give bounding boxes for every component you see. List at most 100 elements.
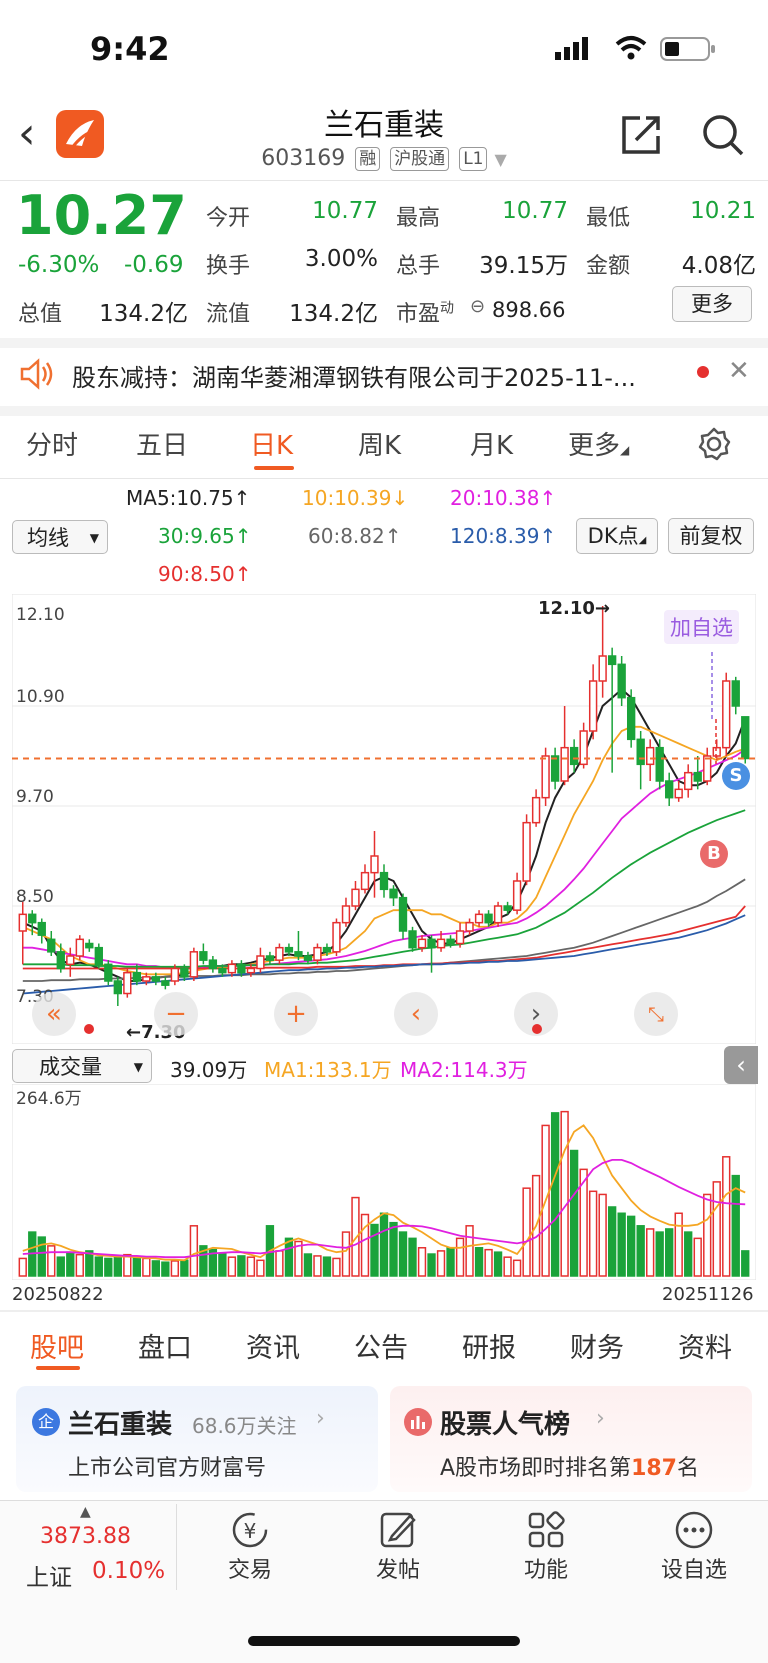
info-icon[interactable]: ⊖ [470,296,485,317]
candle-body [341,905,351,924]
kline-chart[interactable]: 12.1010.909.708.507.30 12.10→ ←7.30 [12,594,756,1044]
tab-announcements[interactable]: 公告 [354,1326,408,1365]
volume-bar [693,1237,702,1277]
tab-profile[interactable]: 资料 [678,1326,732,1365]
nav-trade[interactable]: ¥ 交易 [190,1508,310,1584]
volume-bar [66,1251,75,1277]
ma5-value: MA5:10.75↑ [126,486,251,510]
tab-weekly-k[interactable]: 周K [358,425,401,462]
rank-chart-icon [404,1408,432,1436]
add-watch-tag[interactable]: 加自选 [664,610,739,644]
high-value: 10.77 [502,198,568,224]
volume-bar [588,1190,598,1277]
tab-monthly-k[interactable]: 月K [470,425,513,462]
volume-bar [113,1256,122,1277]
candle-body [408,930,417,949]
volume-bar [189,1225,199,1277]
candle-body [237,963,246,974]
y-tick-label: 12.10 [16,605,65,625]
share-icon[interactable] [618,112,664,158]
tab-finance[interactable]: 财务 [570,1326,624,1365]
volume-indicator-selector[interactable]: 成交量 ▼ [12,1049,152,1083]
settings-gear-icon[interactable] [696,426,732,462]
chevron-up-icon[interactable]: ▲ [80,1504,91,1520]
volume-bar [674,1212,683,1277]
candle-body [28,913,37,924]
turnover-label: 换手 [206,254,251,279]
tab-intraday[interactable]: 分时 [26,425,78,462]
chevron-down-icon: ▼ [494,150,507,169]
volume-bar [712,1181,721,1277]
float-cap-label: 流值 [206,302,251,327]
search-icon[interactable] [700,112,746,158]
buy-signal-marker[interactable]: B [700,840,728,868]
volume-bar [465,1225,474,1277]
volume-bar [684,1231,693,1277]
pe-value: 898.66 [492,298,566,322]
dk-point-button[interactable]: DK点◢ [576,518,658,554]
low-label: 最低 [586,206,631,231]
tab-order-book[interactable]: 盘口 [138,1326,192,1365]
indicator-selector[interactable]: 均线 ▼ [12,520,108,554]
tab-daily-k[interactable]: 日K [250,425,293,462]
volume-bar [370,1223,379,1277]
volume-bar [313,1255,322,1277]
index-change[interactable]: 0.10% [92,1558,165,1584]
volume-bar [741,1250,750,1277]
volume-bar [722,1156,731,1277]
collapse-panel-icon[interactable]: ‹ [724,1046,758,1084]
candle-body [655,746,664,782]
tab-forum[interactable]: 股吧 [30,1326,84,1365]
candle-body [455,930,465,945]
step-left-icon[interactable]: ‹ [394,992,438,1036]
candle-body [227,963,237,974]
candle-body [484,913,493,924]
open-label: 今开 [206,206,251,231]
candle-body [370,855,379,874]
popularity-rank-card[interactable]: 股票人气榜 › A股市场即时排名第187名 [390,1386,752,1492]
nav-post[interactable]: 发帖 [338,1508,458,1584]
y-tick-label: 9.70 [16,787,54,807]
candle-body [741,716,750,760]
amount-value: 4.08亿 [681,253,756,279]
more-quote-button[interactable]: 更多 [672,286,752,322]
zoom-in-icon[interactable]: + [274,992,318,1036]
tab-more[interactable]: 更多◢ [568,425,629,462]
volume-hands-label: 总手 [396,254,441,279]
zoom-out-icon[interactable]: − [154,992,198,1036]
rewind-fast-icon[interactable]: « [32,992,76,1036]
close-icon[interactable]: ✕ [728,356,750,386]
notice-text[interactable]: 股东减持：湖南华菱湘潭钢铁有限公司于2025-11-... [72,358,682,393]
card-title: 股票人气榜 [440,1410,571,1440]
index-name[interactable]: 上证 [26,1558,72,1592]
tab-news[interactable]: 资讯 [246,1326,300,1365]
nav-add-watch[interactable]: 设自选 [634,1508,754,1584]
volume-chart[interactable]: 264.6万 [12,1084,756,1280]
company-account-card[interactable]: 企 兰石重装 68.6万关注 › 上市公司官方财富号 [16,1386,378,1492]
index-value[interactable]: 3873.88 [40,1524,131,1549]
home-indicator [248,1636,520,1646]
candle-body [246,967,256,974]
card-title: 兰石重装 [68,1410,173,1440]
volume-hands-value: 39.15万 [479,253,568,279]
candle-body [722,680,731,749]
fullscreen-icon[interactable]: ⤡ [634,992,678,1036]
price-adjust-button[interactable]: 前复权 [668,518,754,554]
candle-body [56,951,65,970]
stock-code: 603169 [261,146,346,171]
open-value: 10.77 [312,198,378,224]
volume-bar [665,1228,674,1277]
candle-body [151,976,161,982]
candle-body [693,771,702,782]
volume-bar [569,1149,579,1277]
candle-body [85,942,94,949]
volume-ma2: MA2:114.3万 [400,1058,528,1082]
volume-bar [123,1253,132,1277]
volume-bar [398,1231,408,1277]
volume-bar [446,1247,455,1277]
tab-research[interactable]: 研报 [462,1326,516,1365]
nav-functions[interactable]: 功能 [486,1508,606,1584]
tab-five-day[interactable]: 五日 [136,425,188,462]
moving-average-line [22,687,747,982]
sell-signal-marker[interactable]: S [722,762,750,790]
